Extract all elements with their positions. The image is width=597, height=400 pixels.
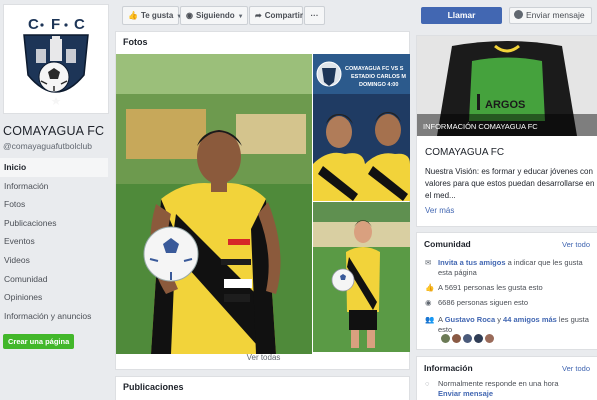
poster-line-3: DOMINGO 4:00 bbox=[359, 82, 398, 88]
invite-friends-link[interactable]: Invita a tus amigos bbox=[438, 258, 506, 267]
community-card: Comunidad Ver todo ✉ Invita a tus amigos… bbox=[416, 232, 597, 350]
poster-line-2: ESTADIO CARLOS M bbox=[351, 74, 406, 80]
svg-text:C: C bbox=[28, 16, 39, 33]
about-page-name[interactable]: COMAYAGUA FC bbox=[425, 147, 504, 158]
photo-match-poster[interactable]: COMAYAGUA FC VS S ESTADIO CARLOS M DOMIN… bbox=[313, 54, 410, 201]
page-action-bar: 👍Te gusta▼ ◉Siguiendo▼ ➦Compartir ··· Ll… bbox=[122, 6, 597, 26]
about-overlay-label: INFORMACIÓN COMAYAGUA FC bbox=[423, 122, 538, 131]
photo-player-main[interactable] bbox=[116, 54, 312, 378]
share-button-label: Compartir bbox=[264, 11, 303, 20]
nav-item-comunidad[interactable]: Comunidad bbox=[0, 270, 108, 289]
community-title: Comunidad bbox=[424, 239, 471, 249]
nav-item-informacion[interactable]: Información bbox=[0, 177, 108, 196]
svg-text:F: F bbox=[51, 16, 60, 33]
page-username[interactable]: @comayaguafutbolclub bbox=[3, 141, 92, 151]
share-button[interactable]: ➦ Compartir bbox=[249, 6, 303, 25]
poster-line-1: COMAYAGUA FC VS S bbox=[345, 66, 404, 72]
page-navigation: Inicio Información Fotos Publicaciones E… bbox=[0, 158, 108, 325]
share-arrow-icon: ➦ bbox=[255, 11, 262, 20]
profile-picture[interactable]: C F C bbox=[3, 4, 109, 114]
avatar[interactable] bbox=[463, 334, 472, 343]
information-see-all-link[interactable]: Ver todo bbox=[562, 364, 590, 373]
avatar[interactable] bbox=[452, 334, 461, 343]
friends-prefix: A bbox=[438, 315, 445, 324]
see-more-link[interactable]: Ver más bbox=[425, 206, 454, 215]
photo-player-young[interactable] bbox=[313, 202, 410, 378]
messenger-icon bbox=[514, 10, 523, 19]
page-title[interactable]: COMAYAGUA FC bbox=[3, 124, 104, 138]
friends-icon: 👥 bbox=[425, 315, 435, 324]
avatar[interactable] bbox=[474, 334, 483, 343]
friend-avatars bbox=[441, 334, 494, 343]
about-card: ARGOS INFORMACIÓN COMAYAGUA FC COMAYAGUA… bbox=[416, 35, 597, 227]
thumbs-up-icon: 👍 bbox=[128, 11, 138, 20]
following-button-label: Siguiendo bbox=[195, 11, 235, 20]
nav-item-eventos[interactable]: Eventos bbox=[0, 232, 108, 251]
nav-item-informacion-anuncios[interactable]: Información y anuncios bbox=[0, 307, 108, 326]
nav-item-inicio[interactable]: Inicio bbox=[0, 158, 108, 177]
likes-count-text: A 5691 personas les gusta esto bbox=[438, 283, 543, 292]
send-message-button[interactable]: Enviar mensaje bbox=[509, 7, 592, 24]
information-title: Información bbox=[424, 363, 473, 373]
likes-count-row: 👍 A 5691 personas les gusta esto bbox=[425, 283, 593, 293]
svg-text:C: C bbox=[74, 16, 85, 33]
call-button[interactable]: Llamar bbox=[421, 7, 502, 24]
like-button[interactable]: 👍Te gusta▼ bbox=[122, 6, 182, 25]
nav-item-fotos[interactable]: Fotos bbox=[0, 195, 108, 214]
about-cover-photo[interactable]: ARGOS bbox=[417, 36, 597, 136]
nav-item-opiniones[interactable]: Opiniones bbox=[0, 288, 108, 307]
friends-mid: y bbox=[495, 315, 504, 324]
send-message-link[interactable]: Enviar mensaje bbox=[438, 389, 493, 398]
invite-friends-row: ✉ Invita a tus amigos a indicar que les … bbox=[425, 258, 593, 278]
response-time-text: Normalmente responde en una hora bbox=[438, 379, 559, 388]
invite-friends-icon: ✉ bbox=[425, 258, 432, 267]
nav-item-videos[interactable]: Videos bbox=[0, 251, 108, 270]
friends-like-row: 👥 A Gustavo Roca y 44 amigos más les gus… bbox=[425, 315, 593, 335]
send-message-label: Enviar mensaje bbox=[526, 10, 585, 20]
thumbs-up-icon: 👍 bbox=[425, 283, 435, 292]
about-description: Nuestra Visión: es formar y educar jóven… bbox=[425, 167, 595, 200]
shirt-sponsor-text: ARGOS bbox=[485, 99, 525, 111]
followers-count-row: ◉ 6686 personas siguen esto bbox=[425, 298, 593, 308]
nav-item-publicaciones[interactable]: Publicaciones bbox=[0, 214, 108, 233]
publications-card-title[interactable]: Publicaciones bbox=[123, 382, 184, 392]
like-button-label: Te gusta bbox=[140, 11, 174, 20]
avatar[interactable] bbox=[441, 334, 450, 343]
see-all-photos-link[interactable]: Ver todas bbox=[116, 353, 411, 362]
avatar[interactable] bbox=[485, 334, 494, 343]
chevron-down-icon: ▼ bbox=[237, 14, 244, 20]
community-see-all-link[interactable]: Ver todo bbox=[562, 240, 590, 249]
response-time-row: ◌ Normalmente responde en una hora Envia… bbox=[425, 379, 559, 399]
following-button[interactable]: ◉ Siguiendo ▼ bbox=[180, 6, 248, 25]
left-column: C F C COMAYAGUA FC @comayaguafutbolclub … bbox=[0, 0, 112, 400]
photos-card: Fotos COMAYAGUA FC VS S ESTADIO CARLOS M… bbox=[115, 31, 410, 370]
photos-card-title[interactable]: Fotos bbox=[123, 37, 148, 47]
friends-others-link[interactable]: 44 amigos más bbox=[503, 315, 557, 324]
messenger-icon: ◌ bbox=[425, 379, 430, 388]
followers-icon: ◉ bbox=[425, 298, 432, 307]
club-crest-logo: C F C bbox=[23, 16, 89, 105]
publications-card: Publicaciones bbox=[115, 376, 410, 400]
information-card: Información Ver todo ◌ Normalmente respo… bbox=[416, 356, 597, 400]
create-page-button[interactable]: Crear una página bbox=[3, 334, 75, 349]
more-options-button[interactable]: ··· bbox=[304, 6, 325, 25]
friend-name-link[interactable]: Gustavo Roca bbox=[445, 315, 495, 324]
rss-icon: ◉ bbox=[186, 11, 193, 20]
followers-count-text: 6686 personas siguen esto bbox=[438, 298, 529, 307]
